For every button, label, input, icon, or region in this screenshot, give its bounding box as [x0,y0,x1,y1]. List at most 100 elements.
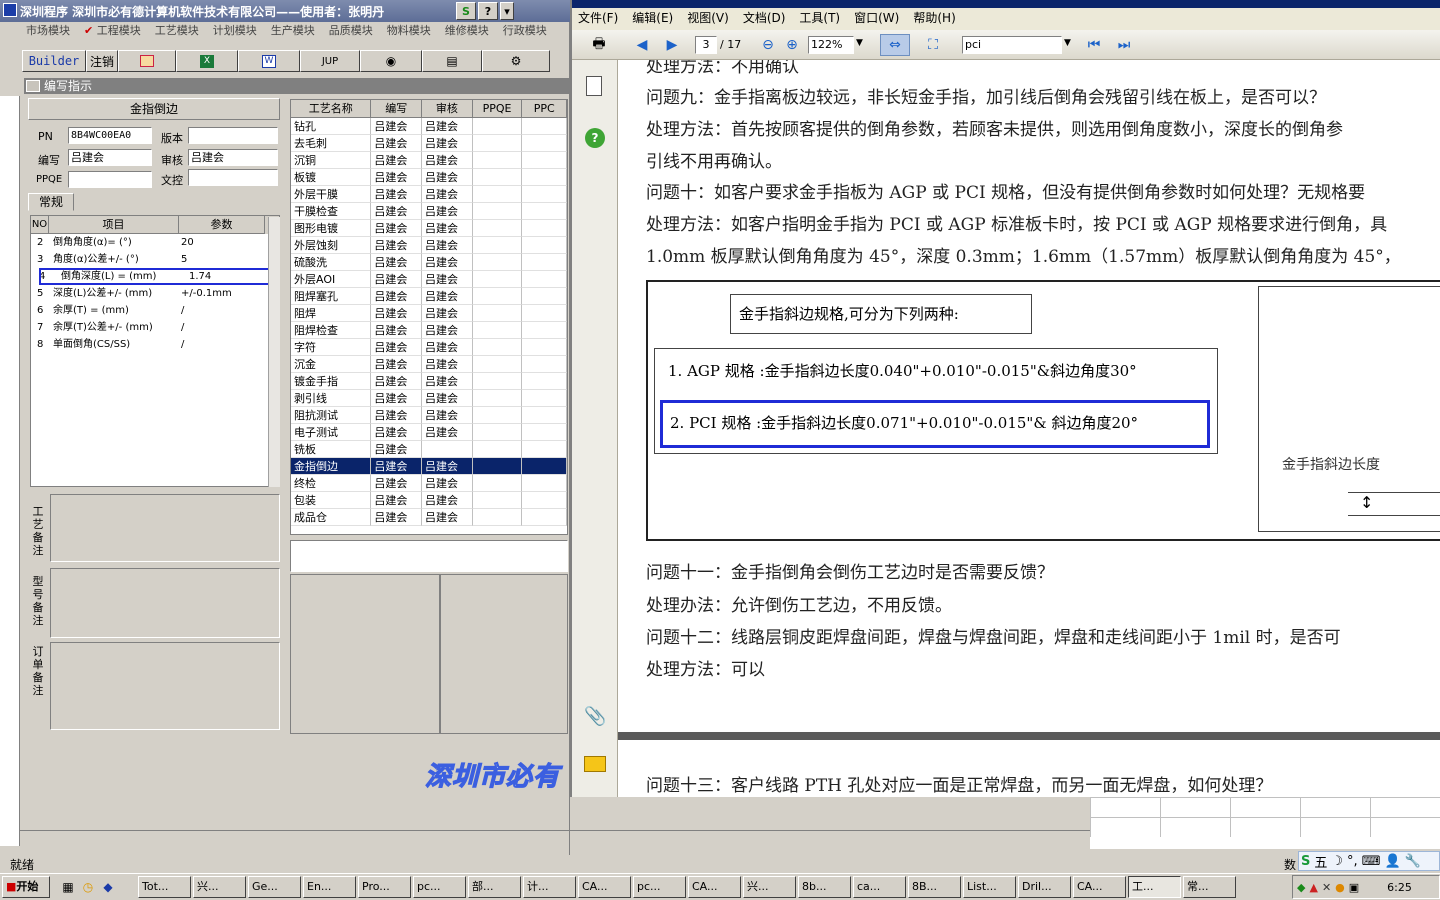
process-row[interactable]: 板镀 吕建会 吕建会 [291,169,567,186]
process-row[interactable]: 外层AOI 吕建会 吕建会 [291,271,567,288]
process-row[interactable]: 去毛刺 吕建会 吕建会 [291,135,567,152]
taskbar-button[interactable]: 计... [523,876,576,898]
logout-button[interactable]: 注销 [86,50,118,72]
param-row[interactable]: 3 角度(α)公差+/- (°) 5 [31,251,279,268]
taskbar-button[interactable]: 8b... [798,876,851,898]
col-reviewer[interactable]: 审核 [422,100,473,118]
taskbar-button[interactable]: Ge... [248,876,301,898]
tray-icon[interactable]: ▲ [1309,881,1317,894]
help-icon[interactable]: ? [478,2,498,20]
menu-tools[interactable]: 工具(T) [799,8,840,30]
pn-field[interactable]: 8B4WC00EA0 [68,127,152,144]
menu-admin[interactable]: 行政模块 [503,22,547,40]
col-item[interactable]: 项目 [49,216,179,234]
process-row[interactable]: 外层干膜 吕建会 吕建会 [291,186,567,203]
tray-icon[interactable]: ▣ [1349,881,1359,894]
find-previous-icon[interactable]: ⏮ [1082,34,1106,56]
order-note-field[interactable] [50,642,280,730]
taskbar-button[interactable]: Tot... [138,876,191,898]
tab-normal[interactable]: 常规 [28,193,74,211]
quicklaunch-clock-icon[interactable]: ◷ [78,880,98,894]
report-icon[interactable] [118,50,176,72]
taskbar-button[interactable]: List... [963,876,1016,898]
process-memo-field[interactable] [290,540,568,572]
process-row[interactable]: 阻焊塞孔 吕建会 吕建会 [291,288,567,305]
process-row[interactable]: 金指倒边 吕建会 吕建会 [291,458,567,475]
col-no[interactable]: NO [31,216,49,234]
col-param[interactable]: 参数 [179,216,265,234]
taskbar-button[interactable]: CA... [1073,876,1126,898]
taskbar-button[interactable]: 常... [1183,876,1236,898]
taskbar-button[interactable]: 兴... [193,876,246,898]
param-row[interactable]: 7 余厚(T)公差+/- (mm) / [31,319,279,336]
taskbar-button[interactable]: Dril... [1018,876,1071,898]
ime-tools-icon[interactable]: 🔧 [1405,854,1421,869]
writer-field[interactable]: 吕建会 [68,149,152,166]
dropdown-icon[interactable]: ▾ [500,2,514,20]
menu-help[interactable]: 帮助(H) [913,8,955,30]
taskbar-button[interactable]: CA... [578,876,631,898]
col-ppqe[interactable]: PPQE [472,100,523,118]
col-writer[interactable]: 编写 [371,100,423,118]
process-row[interactable]: 阻焊检查 吕建会 吕建会 [291,322,567,339]
quicklaunch-app-icon[interactable]: ◆ [98,880,118,894]
view-icon[interactable]: ◉ [360,50,422,72]
attachment-icon[interactable]: 📎 [584,706,606,727]
taskbar-button[interactable]: CA... [688,876,741,898]
ime-user-icon[interactable]: 👤 [1384,854,1400,869]
process-row[interactable]: 成品仓 吕建会 吕建会 [291,509,567,526]
page-number-input[interactable]: 3 [695,36,717,54]
control-field[interactable] [188,169,278,186]
comments-icon[interactable] [584,756,606,772]
taskbar-button[interactable]: 8B... [908,876,961,898]
menu-document[interactable]: 文档(D) [743,8,786,30]
menu-window[interactable]: 窗口(W) [854,8,899,30]
menu-file[interactable]: 文件(F) [578,8,618,30]
process-row[interactable]: 镀金手指 吕建会 吕建会 [291,373,567,390]
process-row[interactable]: 包装 吕建会 吕建会 [291,492,567,509]
zoom-out-icon[interactable]: ⊖ [758,34,778,56]
prev-page-icon[interactable]: ◀ [630,34,654,56]
col-process-name[interactable]: 工艺名称 [291,100,372,118]
zoom-in-icon[interactable]: ⊕ [782,34,802,56]
next-page-icon[interactable]: ▶ [660,34,684,56]
pages-icon[interactable] [586,76,602,96]
ime-logo-icon[interactable]: S [1301,854,1310,869]
process-row[interactable]: 钻孔 吕建会 吕建会 [291,118,567,135]
taskbar-button[interactable]: ca... [853,876,906,898]
menu-quality[interactable]: 品质模块 [329,22,373,40]
s-icon[interactable]: S [456,2,476,20]
param-scrollbar[interactable] [268,217,280,487]
process-row[interactable]: 图形电镀 吕建会 吕建会 [291,220,567,237]
quicklaunch-desktop-icon[interactable]: ▦ [58,880,78,894]
model-note-field[interactable] [50,568,280,638]
process-row[interactable]: 硫酸洗 吕建会 吕建会 [291,254,567,271]
menu-engineering[interactable]: ✔ 工程模块 [84,22,141,40]
process-row[interactable]: 剥引线 吕建会 吕建会 [291,390,567,407]
process-row[interactable]: 电子测试 吕建会 吕建会 [291,424,567,441]
fit-page-icon[interactable]: ⛶ [920,34,946,56]
process-row[interactable]: 铣板 吕建会 [291,441,567,458]
ppqe-field[interactable] [68,171,152,188]
taskbar-button[interactable]: 部... [468,876,521,898]
col-ppc[interactable]: PPC [522,100,567,118]
search-input[interactable]: pci [962,36,1062,54]
param-row[interactable]: 8 单面倒角(CS/SS) / [31,336,279,353]
menu-view[interactable]: 视图(V) [687,8,729,30]
ime-punct-icon[interactable]: °, [1347,854,1358,869]
review-field[interactable]: 吕建会 [188,149,278,166]
ime-mode[interactable]: 五 [1314,852,1327,871]
taskbar-button[interactable]: 工... [1128,876,1181,898]
menu-maintenance[interactable]: 维修模块 [445,22,489,40]
builder-button[interactable]: Builder [22,50,86,72]
taskbar-button[interactable]: 兴... [743,876,796,898]
zoom-input[interactable]: 122% [808,36,854,54]
tray-close-icon[interactable]: ✕ [1322,881,1331,894]
taskbar-button[interactable]: En... [303,876,356,898]
tray-icon[interactable]: ● [1335,881,1345,894]
fit-width-icon[interactable]: ⇔ [880,34,910,56]
param-row-highlighted[interactable]: 4 倒角深度(L) = (mm) 1.74 [39,268,277,285]
craft-note-field[interactable] [50,494,280,562]
menu-craft[interactable]: 工艺模块 [155,22,199,40]
ime-moon-icon[interactable]: ☽ [1331,854,1343,869]
